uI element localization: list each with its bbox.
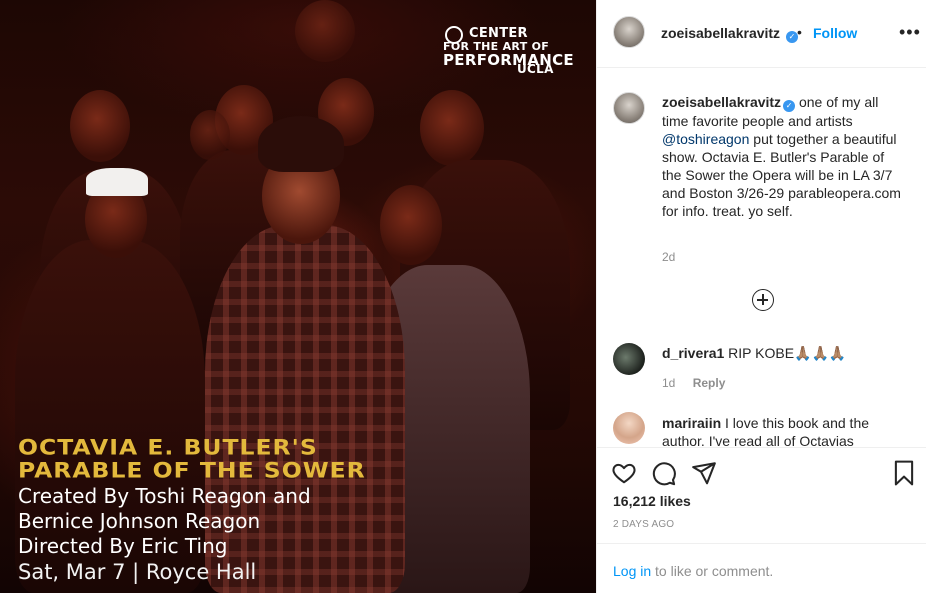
background-figure [420, 90, 484, 166]
avatar[interactable] [613, 412, 645, 444]
comment: d_rivera1 RIP KOBE🙏🏽🙏🏽🙏🏽 [662, 344, 907, 362]
comment: mariraiin I love this book and the autho… [662, 414, 907, 446]
poster-credit: Created By Toshi Reagon and [18, 484, 311, 508]
header-user: zoeisabellakravitz ✓ [661, 25, 798, 43]
comment-icon[interactable] [651, 460, 677, 486]
poster-date: Sat, Mar 7 | Royce Hall [18, 560, 257, 584]
action-bar: 16,212 likes 2 DAYS AGO [597, 447, 926, 543]
username-link[interactable]: zoeisabellakravitz [662, 94, 781, 110]
likes-count[interactable]: 16,212 likes [613, 493, 691, 509]
post-caption: zoeisabellakravitz ✓ one of my all time f… [662, 93, 902, 220]
comment-text: RIP KOBE🙏🏽🙏🏽🙏🏽 [724, 345, 847, 361]
background-figure [70, 90, 130, 162]
comment-timestamp[interactable]: 1d [662, 376, 675, 390]
login-prompt: Log in to like or comment. [613, 563, 773, 579]
caption-timestamp[interactable]: 2d [662, 250, 675, 264]
background-figure [190, 110, 230, 160]
reply-button[interactable]: Reply [693, 376, 726, 390]
performer-figure [86, 168, 148, 196]
heart-icon[interactable] [611, 460, 637, 486]
poster-credit: Bernice Johnson Reagon [18, 509, 261, 533]
post-panel: zoeisabellakravitz ✓ • Follow ••• zoeisa… [596, 0, 926, 593]
post-date[interactable]: 2 DAYS AGO [613, 519, 674, 530]
background-figure [295, 0, 355, 62]
username-link[interactable]: d_rivera1 [662, 345, 724, 361]
logo-text: PERFORMANCE [443, 51, 574, 69]
login-bar: Log in to like or comment. [597, 543, 926, 593]
avatar[interactable] [613, 92, 645, 124]
poster-title: PARABLE OF THE SOWER [18, 457, 366, 483]
performer-figure [380, 185, 442, 265]
performer-figure [258, 116, 344, 172]
load-more-comments-icon[interactable] [752, 289, 774, 311]
bookmark-icon[interactable] [891, 460, 917, 486]
ucla-logo: CENTER FOR THE ART OF PERFORMANCE UCLA [443, 24, 583, 76]
share-icon[interactable] [691, 460, 717, 486]
mention-link[interactable]: @toshireagon [662, 131, 749, 147]
poster-credit: Directed By Eric Ting [18, 534, 228, 558]
username-link[interactable]: zoeisabellakravitz [661, 25, 780, 41]
logo-text: CENTER [469, 26, 528, 41]
comment-meta: 1d Reply [662, 376, 725, 390]
more-horizontal-icon[interactable]: ••• [899, 22, 921, 43]
performer-figure [205, 225, 405, 593]
username-link[interactable]: mariraiin [662, 415, 721, 431]
logo-text: UCLA [517, 62, 554, 76]
verified-badge-icon: ✓ [783, 100, 796, 112]
post-image[interactable]: CENTER FOR THE ART OF PERFORMANCE UCLA O… [0, 0, 596, 593]
avatar[interactable] [613, 16, 645, 48]
avatar[interactable] [613, 343, 645, 375]
separator-dot: • [797, 24, 802, 40]
follow-button[interactable]: Follow [813, 25, 857, 41]
login-text: to like or comment. [651, 563, 774, 579]
post-header: zoeisabellakravitz ✓ • Follow ••• [597, 0, 926, 68]
login-link[interactable]: Log in [613, 563, 651, 579]
poster-title: OCTAVIA E. BUTLER'S [18, 434, 318, 460]
